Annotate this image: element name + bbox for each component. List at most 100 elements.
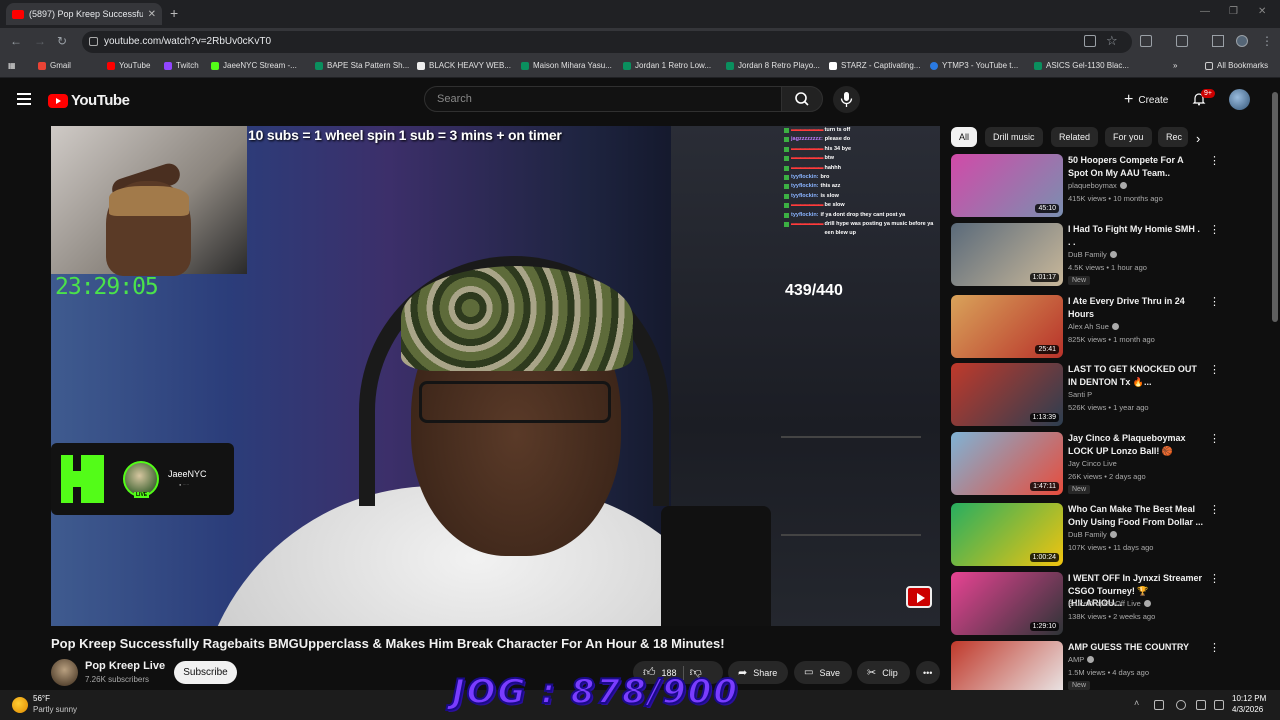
search-button[interactable] [781, 86, 823, 112]
maximize-icon[interactable]: ❐ [1229, 6, 1238, 17]
channel-name[interactable]: Pop Kreep Live [85, 660, 165, 672]
site-info-icon[interactable] [89, 37, 98, 46]
recommended-video[interactable]: 1:29:10 I WENT OFF In Jynxzi Streamer CSG… [951, 572, 1261, 636]
more-vertical-icon[interactable]: ⋮ [1209, 156, 1220, 167]
close-tab-icon[interactable]: ✕ [148, 9, 156, 20]
bookmark-starz[interactable]: STARZ - Captivating... [829, 61, 920, 70]
subscribe-button[interactable]: Subscribe [174, 661, 237, 684]
more-bookmarks-icon[interactable]: » [1173, 61, 1177, 70]
extensions-icon[interactable] [1140, 35, 1152, 47]
channel-avatar[interactable] [51, 659, 78, 686]
side-panel-icon[interactable] [1176, 35, 1188, 47]
close-window-icon[interactable]: ✕ [1258, 6, 1266, 17]
bookmark-star-icon[interactable]: ☆ [1106, 33, 1118, 49]
recommended-title[interactable]: LAST TO GET KNOCKED OUT IN DENTON Tx 🔥..… [1068, 363, 1204, 388]
more-vertical-icon[interactable]: ⋮ [1209, 434, 1220, 445]
recommended-channel[interactable]: DuB Family [1068, 250, 1117, 259]
install-icon[interactable] [1084, 35, 1096, 47]
video-thumbnail[interactable]: 1:00:24 [951, 503, 1063, 566]
save-button[interactable]: ▭ Save [794, 661, 852, 684]
bookmark-ytmp3[interactable]: YTMP3 - YouTube t... [930, 61, 1018, 70]
tray-chevron-icon[interactable]: ˄ [1134, 698, 1144, 708]
profile-avatar-icon[interactable] [1236, 35, 1248, 47]
video-thumbnail[interactable]: 25:41 [951, 295, 1063, 358]
bookmark-gmail[interactable]: Gmail [38, 61, 71, 70]
bookmark-jaeenyc[interactable]: JaeeNYC Stream -... [211, 61, 297, 70]
weather-temperature[interactable]: 56°F [33, 694, 50, 703]
account-avatar[interactable] [1229, 89, 1250, 110]
chip-related[interactable]: Related [1051, 127, 1099, 147]
back-icon[interactable]: ← [10, 34, 22, 48]
recommended-title[interactable]: Jay Cinco & Plaqueboymax LOCK UP Lonzo B… [1068, 432, 1204, 457]
video-thumbnail[interactable]: 1:47:11 [951, 432, 1063, 495]
recommended-video[interactable]: 1:13:39 LAST TO GET KNOCKED OUT IN DENTON… [951, 363, 1261, 427]
bookmark-twitch[interactable]: Twitch [164, 61, 199, 70]
more-vertical-icon[interactable]: ⋮ [1209, 225, 1220, 236]
page-scrollbar[interactable] [1272, 92, 1278, 322]
browser-menu-icon[interactable]: ⋮ [1261, 34, 1273, 48]
bookmark-maison-mihara[interactable]: Maison Mihara Yasu... [521, 61, 612, 70]
recommended-title[interactable]: I Ate Every Drive Thru in 24 Hours [1068, 295, 1204, 320]
clip-button[interactable]: ✂ Clip [857, 661, 910, 684]
chip-for-you[interactable]: For you [1105, 127, 1152, 147]
bookmark-asics[interactable]: ASICS Gel-1130 Blac... [1034, 61, 1129, 70]
forward-icon[interactable]: → [34, 34, 46, 48]
video-thumbnail[interactable]: 1:13:39 [951, 363, 1063, 426]
taskbar-time[interactable]: 10:12 PM [1232, 694, 1266, 703]
bookmark-jordan-1[interactable]: Jordan 1 Retro Low... [623, 61, 711, 70]
bookmark-youtube[interactable]: YouTube [107, 61, 150, 70]
all-bookmarks[interactable]: All Bookmarks [1205, 61, 1268, 70]
recommended-video[interactable]: 45:10 50 Hoopers Compete For A Spot On My… [951, 154, 1261, 218]
recommended-title[interactable]: AMP GUESS THE COUNTRY [1068, 641, 1204, 654]
volume-icon[interactable] [1214, 700, 1224, 710]
recommended-channel[interactable]: Alex Ah Sue [1068, 322, 1119, 331]
video-player[interactable]: 10 subs = 1 wheel spin 1 sub = 3 mins + … [51, 126, 940, 626]
video-thumbnail[interactable]: 45:10 [951, 154, 1063, 217]
recommended-video[interactable]: 25:41 I Ate Every Drive Thru in 24 Hours A… [951, 295, 1261, 359]
reload-icon[interactable]: ↻ [57, 34, 67, 48]
recommended-video[interactable]: 1:01:17 I Had To Fight My Homie SMH . . .… [951, 223, 1261, 287]
recommended-channel[interactable]: Santi P [1068, 390, 1092, 399]
recommended-title[interactable]: Who Can Make The Best Meal Only Using Fo… [1068, 503, 1204, 528]
create-button[interactable]: + Create [1118, 89, 1180, 111]
apps-grid-icon[interactable]: ▦ [8, 61, 16, 70]
media-controls-icon[interactable] [1212, 35, 1224, 47]
new-tab-icon[interactable]: + [170, 5, 178, 21]
browser-tab[interactable]: (5897) Pop Kreep Successfully R ✕ [6, 3, 162, 25]
more-vertical-icon[interactable]: ⋮ [1209, 574, 1220, 585]
video-thumbnail[interactable]: 1:01:17 [951, 223, 1063, 286]
voice-search-button[interactable] [833, 86, 860, 113]
bookmark-black-heavy[interactable]: BLACK HEAVY WEB... [417, 61, 511, 70]
chip-recently-uploaded[interactable]: Rec [1158, 127, 1188, 147]
taskbar-date[interactable]: 4/3/2026 [1232, 705, 1263, 714]
weather-sun-icon[interactable] [12, 697, 28, 713]
more-vertical-icon[interactable]: ⋮ [1209, 297, 1220, 308]
recommended-channel[interactable]: Jay Cinco Live [1068, 459, 1117, 468]
recommended-video[interactable]: 1:00:24 Who Can Make The Best Meal Only U… [951, 503, 1261, 567]
more-vertical-icon[interactable]: ⋮ [1209, 505, 1220, 516]
search-input[interactable]: Search [424, 86, 782, 112]
hamburger-menu-icon[interactable] [17, 93, 31, 105]
chip-drill-music[interactable]: Drill music [985, 127, 1043, 147]
recommended-title[interactable]: I Had To Fight My Homie SMH . . . [1068, 223, 1204, 248]
microphone-tray-icon[interactable] [1176, 700, 1186, 710]
recommended-channel[interactable]: plaqueboymax [1068, 181, 1127, 190]
recommended-channel[interactable]: AMP [1068, 655, 1095, 664]
network-icon[interactable] [1196, 700, 1206, 710]
recommended-title[interactable]: 50 Hoopers Compete For A Spot On My AAU … [1068, 154, 1204, 179]
youtube-logo[interactable]: YouTube [48, 92, 130, 109]
more-actions-button[interactable]: ••• [916, 661, 940, 684]
onedrive-icon[interactable] [1154, 700, 1164, 710]
more-vertical-icon[interactable]: ⋮ [1209, 365, 1220, 376]
more-vertical-icon[interactable]: ⋮ [1209, 643, 1220, 654]
weather-description[interactable]: Partly sunny [33, 705, 77, 714]
recommended-channel[interactable]: BruceDropEmOff Live [1068, 599, 1151, 608]
bookmark-bape[interactable]: BAPE Sta Pattern Sh... [315, 61, 409, 70]
recommended-channel[interactable]: DuB Family [1068, 530, 1117, 539]
chevron-right-icon[interactable]: › [1196, 131, 1200, 146]
video-thumbnail[interactable]: 1:29:10 [951, 572, 1063, 635]
address-bar[interactable]: youtube.com/watch?v=2RbUv0cKvT0 [82, 31, 1132, 53]
chip-all[interactable]: All [951, 127, 978, 147]
recommended-video[interactable]: 1:47:11 Jay Cinco & Plaqueboymax LOCK UP … [951, 432, 1261, 496]
bookmark-jordan-8[interactable]: Jordan 8 Retro Playo... [726, 61, 820, 70]
